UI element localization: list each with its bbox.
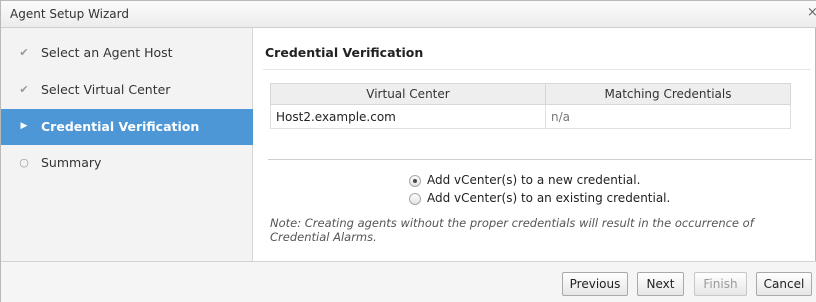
- step-label: Credential Verification: [41, 119, 200, 134]
- main-panel: Credential Verification Virtual Center M…: [254, 28, 816, 261]
- cell-matching-credentials: n/a: [545, 104, 791, 129]
- step-label: Select an Agent Host: [41, 45, 173, 60]
- checkmark-icon: ✔: [19, 46, 29, 59]
- cell-virtual-center: Host2.example.com: [270, 104, 546, 129]
- button-bar: Previous Next Finish Cancel: [1, 261, 816, 302]
- virtual-center-table: Virtual Center Matching Credentials Host…: [270, 83, 791, 129]
- finish-button[interactable]: Finish: [694, 272, 747, 296]
- triangle-right-icon: ▶: [20, 121, 28, 131]
- close-icon[interactable]: ×: [807, 5, 816, 20]
- previous-button[interactable]: Previous: [562, 272, 628, 296]
- step-label: Summary: [41, 155, 102, 170]
- radio-button[interactable]: [409, 193, 421, 205]
- column-header-matching-credentials[interactable]: Matching Credentials: [545, 83, 791, 105]
- cancel-button[interactable]: Cancel: [756, 272, 812, 296]
- step-label: Select Virtual Center: [41, 82, 171, 97]
- radio-button-selected[interactable]: [409, 175, 421, 187]
- option-label: Add vCenter(s) to a new credential.: [427, 173, 641, 187]
- option-label: Add vCenter(s) to an existing credential…: [427, 191, 671, 205]
- section-title: Credential Verification: [265, 45, 424, 60]
- step-credential-verification[interactable]: ▶ Credential Verification: [1, 109, 253, 145]
- wizard-steps-sidebar: ✔ Select an Agent Host ✔ Select Virtual …: [1, 28, 253, 261]
- step-select-virtual-center[interactable]: ✔ Select Virtual Center: [1, 72, 253, 108]
- table-header-row: Virtual Center Matching Credentials: [270, 83, 791, 105]
- next-button[interactable]: Next: [637, 272, 684, 296]
- divider: [263, 69, 811, 70]
- checkmark-icon: ✔: [19, 83, 29, 96]
- window-title: Agent Setup Wizard: [10, 7, 130, 21]
- table-row[interactable]: Host2.example.com n/a: [270, 104, 791, 129]
- column-header-virtual-center[interactable]: Virtual Center: [270, 83, 546, 105]
- title-bar: Agent Setup Wizard ×: [1, 1, 816, 28]
- divider: [268, 159, 812, 160]
- note-text: Note: Creating agents without the proper…: [270, 216, 754, 244]
- step-summary[interactable]: ○ Summary: [1, 145, 253, 181]
- agent-setup-wizard-dialog: Agent Setup Wizard × ✔ Select an Agent H…: [0, 0, 816, 302]
- step-select-agent-host[interactable]: ✔ Select an Agent Host: [1, 35, 253, 71]
- circle-icon: ○: [19, 156, 29, 169]
